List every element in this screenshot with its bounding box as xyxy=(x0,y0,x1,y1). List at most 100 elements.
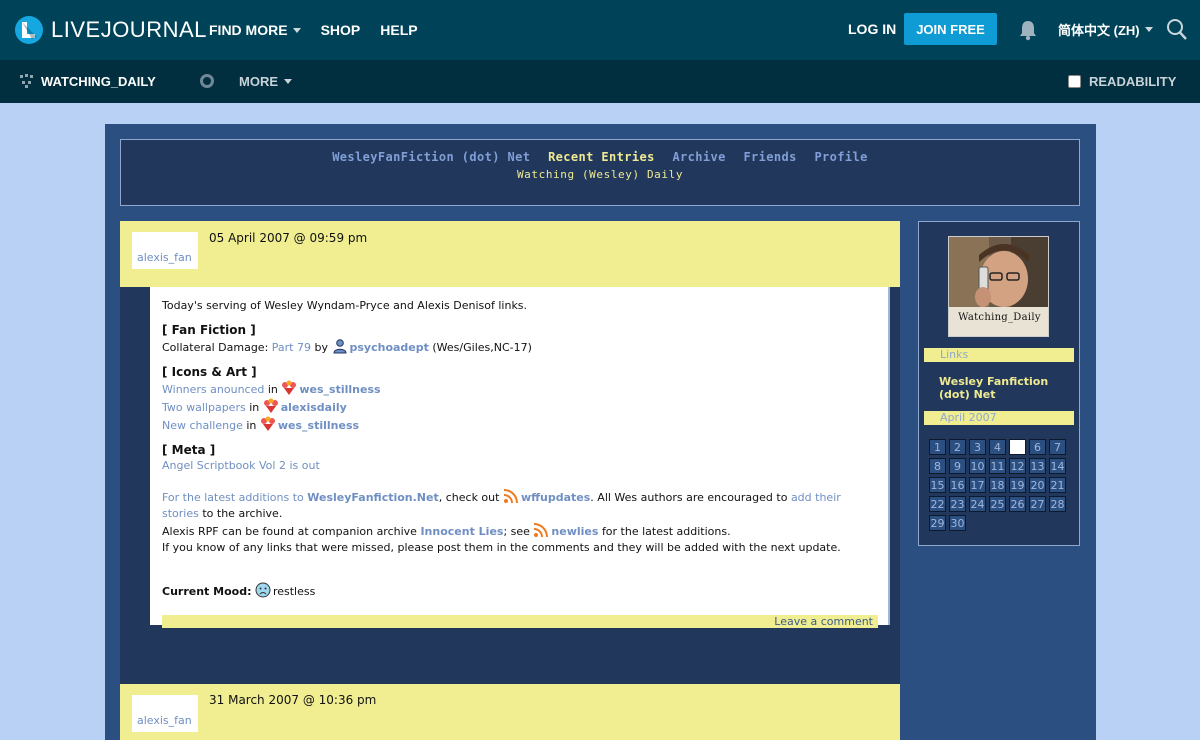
calendar-day-2[interactable]: 2 xyxy=(949,439,966,455)
bell-icon[interactable] xyxy=(1017,19,1039,41)
readability-label: READABILITY xyxy=(1089,74,1177,89)
wesleyfanfiction-link[interactable]: WesleyFanfiction.Net xyxy=(307,491,438,504)
journal-header-links: WesleyFanFiction (dot) Net Recent Entrie… xyxy=(121,150,1079,164)
readability-toggle[interactable]: READABILITY xyxy=(1068,74,1176,89)
entry-author-box[interactable]: alexis_fan xyxy=(132,695,198,732)
calendar-day-10[interactable]: 10 xyxy=(969,458,986,474)
header-link-friends[interactable]: Friends xyxy=(743,150,796,164)
footer-line-2: Alexis RPF can be found at companion arc… xyxy=(162,522,872,540)
calendar-day-9[interactable]: 9 xyxy=(949,458,966,474)
calendar-day-6[interactable]: 6 xyxy=(1029,439,1046,455)
footer-text: , check out xyxy=(438,491,500,504)
calendar-day-3[interactable]: 3 xyxy=(969,439,986,455)
community-link-wes-stillness[interactable]: wes_stillness xyxy=(278,419,359,432)
join-free-button[interactable]: JOIN FREE xyxy=(904,13,997,45)
community-heart-icon[interactable] xyxy=(263,398,279,414)
footer-text: . All Wes authors are encouraged to xyxy=(590,491,788,504)
meta-section: [ Meta ] Angel Scriptbook Vol 2 is out xyxy=(162,442,872,474)
art-in: in xyxy=(245,401,263,414)
calendar-day-1[interactable]: 1 xyxy=(929,439,946,455)
entry-author-box[interactable]: alexis_fan xyxy=(132,232,198,269)
footer-text: for the latest additions. xyxy=(601,525,731,538)
calendar-day-21[interactable]: 21 xyxy=(1049,477,1066,493)
nav-find-more[interactable]: FIND MORE xyxy=(209,22,301,38)
calendar-day-16[interactable]: 16 xyxy=(949,477,966,493)
calendar-day-28[interactable]: 28 xyxy=(1049,496,1066,512)
meta-link[interactable]: Angel Scriptbook Vol 2 is out xyxy=(162,459,320,472)
journal-user[interactable]: WATCHING_DAILY xyxy=(19,73,156,89)
art-link[interactable]: Two wallpapers xyxy=(162,401,246,414)
footer-text: ; see xyxy=(503,525,530,538)
sidebar-link-wesleyfanfiction[interactable]: Wesley Fanfiction (dot) Net xyxy=(939,375,1074,401)
livejournal-logo[interactable]: LIVEJOURNAL xyxy=(14,14,207,46)
calendar-day-29[interactable]: 29 xyxy=(929,515,946,531)
nav-help-label: HELP xyxy=(380,22,418,38)
login-link[interactable]: LOG IN xyxy=(848,21,896,37)
calendar-day-20[interactable]: 20 xyxy=(1029,477,1046,493)
nav-shop-label: SHOP xyxy=(320,22,361,38)
nav-help[interactable]: HELP xyxy=(380,22,417,38)
feed-link-newlies[interactable]: newlies xyxy=(551,525,598,538)
section-title: [ Icons & Art ] xyxy=(162,365,257,379)
language-label: 简体中文 (ZH) xyxy=(1058,23,1140,38)
calendar-day-22[interactable]: 22 xyxy=(929,496,946,512)
userpic[interactable]: Watching_Daily xyxy=(948,236,1049,337)
leave-comment-link[interactable]: Leave a comment xyxy=(774,615,873,628)
calendar-day-7[interactable]: 7 xyxy=(1049,439,1066,455)
calendar-day-11[interactable]: 11 xyxy=(989,458,1006,474)
rss-feed-icon[interactable] xyxy=(503,488,519,504)
feed-link-wffupdates[interactable]: wffupdates xyxy=(521,491,590,504)
calendar-day-18[interactable]: 18 xyxy=(989,477,1006,493)
journal-header: WesleyFanFiction (dot) Net Recent Entrie… xyxy=(120,139,1080,206)
more-menu[interactable]: MORE xyxy=(239,74,292,89)
calendar-day-24[interactable]: 24 xyxy=(969,496,986,512)
calendar-day-8[interactable]: 8 xyxy=(929,458,946,474)
entry-body: Today's serving of Wesley Wyndam-Pryce a… xyxy=(150,287,890,625)
art-link[interactable]: Winners anounced xyxy=(162,383,264,396)
journal-username: WATCHING_DAILY xyxy=(41,73,156,89)
calendar-day-12[interactable]: 12 xyxy=(1009,458,1026,474)
community-link-alexisdaily[interactable]: alexisdaily xyxy=(281,401,347,414)
calendar-day-25[interactable]: 25 xyxy=(989,496,1006,512)
calendar-day-4[interactable]: 4 xyxy=(989,439,1006,455)
calendar-day-26[interactable]: 26 xyxy=(1009,496,1026,512)
entry-date: 31 March 2007 @ 10:36 pm xyxy=(209,693,377,707)
header-link-archive[interactable]: Archive xyxy=(672,150,725,164)
calendar-day-23[interactable]: 23 xyxy=(949,496,966,512)
innocent-lies-link[interactable]: Innocent Lies xyxy=(420,525,503,538)
calendar-day-14[interactable]: 14 xyxy=(1049,458,1066,474)
readability-checkbox[interactable] xyxy=(1068,75,1081,88)
entry-author[interactable]: alexis_fan xyxy=(137,251,192,264)
footer-line-1: For the latest additions to WesleyFanfic… xyxy=(162,488,872,522)
user-icon[interactable] xyxy=(332,338,348,354)
calendar-day-19[interactable]: 19 xyxy=(1009,477,1026,493)
nav-shop[interactable]: SHOP xyxy=(321,22,361,38)
calendar-day-15[interactable]: 15 xyxy=(929,477,946,493)
calendar-day-27[interactable]: 27 xyxy=(1029,496,1046,512)
entry-footer-bar: Leave a comment xyxy=(162,615,878,628)
rss-feed-icon[interactable] xyxy=(533,522,549,538)
fanfic-part-link[interactable]: Part 79 xyxy=(272,341,311,354)
footer-text: Alexis RPF can be found at companion arc… xyxy=(162,525,417,538)
user-link-psychoadept[interactable]: psychoadept xyxy=(350,341,429,354)
community-heart-icon[interactable] xyxy=(281,380,297,396)
community-link-wes-stillness[interactable]: wes_stillness xyxy=(299,383,380,396)
language-selector[interactable]: 简体中文 (ZH) xyxy=(1058,20,1153,39)
community-heart-icon[interactable] xyxy=(260,416,276,432)
header-link-profile[interactable]: Profile xyxy=(814,150,867,164)
art-link[interactable]: New challenge xyxy=(162,419,243,432)
header-link-recent-entries[interactable]: Recent Entries xyxy=(548,150,655,164)
header-link-site[interactable]: WesleyFanFiction (dot) Net xyxy=(332,150,530,164)
section-title: [ Meta ] xyxy=(162,443,216,457)
livejournal-topbar: LIVEJOURNAL FIND MORE SHOP HELP LOG IN J… xyxy=(0,0,1200,60)
calendar-day-5[interactable]: 5 xyxy=(1009,439,1026,455)
calendar-day-17[interactable]: 17 xyxy=(969,477,986,493)
calendar-day-30[interactable]: 30 xyxy=(949,515,966,531)
userpic-caption: Watching_Daily xyxy=(958,312,1041,323)
search-icon[interactable] xyxy=(1166,18,1188,42)
latest-additions-link[interactable]: For the latest additions to xyxy=(162,491,304,504)
entry-author[interactable]: alexis_fan xyxy=(137,714,192,727)
calendar-day-13[interactable]: 13 xyxy=(1029,458,1046,474)
loading-spinner-icon xyxy=(200,74,214,88)
footer-text: to the archive. xyxy=(202,507,283,520)
